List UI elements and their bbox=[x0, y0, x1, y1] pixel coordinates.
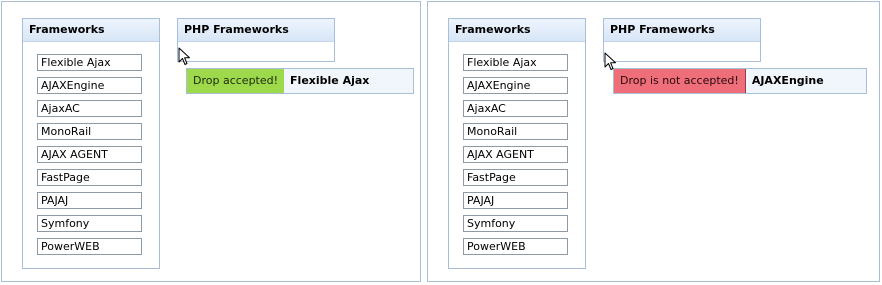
list-item[interactable]: AjaxAC bbox=[37, 100, 142, 117]
list-item[interactable]: PowerWEB bbox=[37, 238, 142, 255]
list-item[interactable]: Symfony bbox=[463, 215, 568, 232]
php-frameworks-drop-target[interactable]: PHP Frameworks bbox=[177, 18, 335, 62]
list-item[interactable]: Flexible Ajax bbox=[37, 54, 142, 71]
list-item[interactable]: FastPage bbox=[463, 169, 568, 186]
drag-proxy[interactable]: Drop is not accepted! AJAXEngine bbox=[613, 68, 867, 94]
dragged-item-label: AJAXEngine bbox=[751, 74, 824, 87]
php-frameworks-drop-target[interactable]: PHP Frameworks bbox=[603, 18, 761, 62]
frameworks-list-title: Frameworks bbox=[449, 19, 585, 42]
demo-panel-accepted: Frameworks Flexible Ajax AJAXEngine Ajax… bbox=[1, 1, 421, 282]
drop-status-rejected: Drop is not accepted! bbox=[614, 69, 746, 93]
list-item[interactable]: PAJAJ bbox=[37, 192, 142, 209]
frameworks-list-box: Frameworks Flexible Ajax AJAXEngine Ajax… bbox=[448, 18, 586, 269]
drop-zone[interactable] bbox=[604, 42, 760, 62]
list-item[interactable]: MonoRail bbox=[37, 123, 142, 140]
dragged-item-label: Flexible Ajax bbox=[290, 74, 370, 87]
list-item[interactable]: Flexible Ajax bbox=[463, 54, 568, 71]
frameworks-list-title: Frameworks bbox=[23, 19, 159, 42]
php-frameworks-title: PHP Frameworks bbox=[604, 19, 760, 42]
list-item[interactable]: PAJAJ bbox=[463, 192, 568, 209]
list-item[interactable]: AJAXEngine bbox=[37, 77, 142, 94]
drop-zone[interactable] bbox=[178, 42, 334, 62]
list-item[interactable]: AjaxAC bbox=[463, 100, 568, 117]
drop-status-accepted: Drop accepted! bbox=[187, 69, 285, 93]
list-item[interactable]: PowerWEB bbox=[463, 238, 568, 255]
frameworks-list-box: Frameworks Flexible Ajax AJAXEngine Ajax… bbox=[22, 18, 160, 269]
arrow-cursor-icon bbox=[178, 47, 190, 65]
arrow-cursor-icon bbox=[604, 52, 616, 70]
demo-panel-rejected: Frameworks Flexible Ajax AJAXEngine Ajax… bbox=[427, 1, 880, 282]
list-item[interactable]: AJAX AGENT bbox=[37, 146, 142, 163]
list-item[interactable]: Symfony bbox=[37, 215, 142, 232]
list-item[interactable]: AJAXEngine bbox=[463, 77, 568, 94]
list-item[interactable]: MonoRail bbox=[463, 123, 568, 140]
list-item[interactable]: FastPage bbox=[37, 169, 142, 186]
php-frameworks-title: PHP Frameworks bbox=[178, 19, 334, 42]
drag-proxy[interactable]: Drop accepted! Flexible Ajax bbox=[186, 68, 414, 94]
list-item[interactable]: AJAX AGENT bbox=[463, 146, 568, 163]
